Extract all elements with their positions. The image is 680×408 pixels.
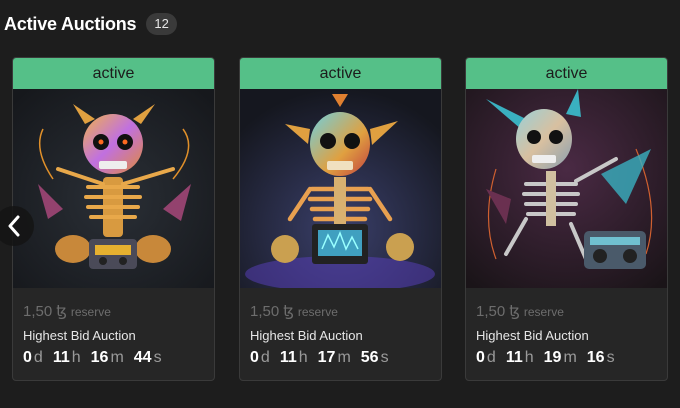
reserve-price: 1,50 ꜩ reserve [250, 302, 431, 320]
countdown-timer: 0d 11 h 16 m 44 s [23, 349, 204, 367]
reserve-label: reserve [523, 305, 564, 319]
timer-seconds: 16 [586, 349, 605, 366]
price-value: 1,50 [476, 303, 506, 320]
auction-card[interactable]: active 1,50 ꜩ reserve Highest Bid Auctio… [12, 57, 215, 381]
timer-minutes-unit: m [563, 349, 577, 366]
skeleton-artwork-image [240, 89, 441, 288]
timer-hours-unit: h [298, 349, 308, 366]
auction-card[interactable]: active 1,50 ꜩ reserve Highest Bid Auctio… [465, 57, 668, 381]
timer-minutes: 19 [543, 349, 562, 366]
page-title: Active Auctions [4, 13, 137, 34]
timer-hours: 11 [52, 349, 70, 366]
timer-days: 0 [23, 349, 32, 366]
chevron-left-icon [8, 215, 20, 237]
auction-type: Highest Bid Auction [250, 328, 363, 343]
timer-days: 0 [250, 349, 259, 366]
reserve-price: 1,50 ꜩ reserve [476, 302, 657, 320]
timer-hours: 11 [279, 349, 297, 366]
tez-currency-icon: ꜩ [509, 303, 520, 320]
timer-days-unit: d [260, 349, 270, 366]
timer-seconds-unit: s [606, 349, 615, 366]
reserve-label: reserve [297, 305, 338, 319]
tez-currency-icon: ꜩ [283, 303, 294, 320]
timer-seconds-unit: s [153, 349, 162, 366]
price-value: 1,50 [23, 303, 53, 320]
status-badge: active [13, 58, 214, 89]
price-value: 1,50 [250, 303, 280, 320]
reserve-label: reserve [70, 305, 111, 319]
timer-minutes-unit: m [337, 349, 351, 366]
auction-type: Highest Bid Auction [23, 328, 136, 343]
tez-currency-icon: ꜩ [56, 303, 67, 320]
timer-minutes: 17 [317, 349, 336, 366]
status-badge: active [240, 58, 441, 89]
auction-card[interactable]: active 1,50 ꜩ reserve Highest Bid Auctio… [239, 57, 442, 381]
timer-days-unit: d [33, 349, 43, 366]
artwork-image[interactable] [466, 89, 667, 288]
auction-count-badge: 12 [146, 13, 177, 35]
timer-seconds: 56 [360, 349, 379, 366]
timer-seconds-unit: s [380, 349, 389, 366]
timer-hours-unit: h [524, 349, 534, 366]
timer-days-unit: d [486, 349, 496, 366]
artwork-image[interactable] [240, 89, 441, 288]
status-badge: active [466, 58, 667, 89]
skeleton-artwork-image [466, 89, 667, 288]
skeleton-artwork-image [13, 89, 214, 288]
reserve-price: 1,50 ꜩ reserve [23, 302, 204, 320]
artwork-image[interactable] [13, 89, 214, 288]
timer-days: 0 [476, 349, 485, 366]
timer-hours-unit: h [71, 349, 81, 366]
auction-type: Highest Bid Auction [476, 328, 589, 343]
timer-minutes-unit: m [110, 349, 124, 366]
timer-minutes: 16 [90, 349, 109, 366]
page-header: Active Auctions 12 [4, 11, 177, 37]
countdown-timer: 0d 11 h 19 m 16 s [476, 349, 657, 367]
timer-hours: 11 [505, 349, 523, 366]
countdown-timer: 0d 11 h 17 m 56 s [250, 349, 431, 367]
timer-seconds: 44 [133, 349, 152, 366]
